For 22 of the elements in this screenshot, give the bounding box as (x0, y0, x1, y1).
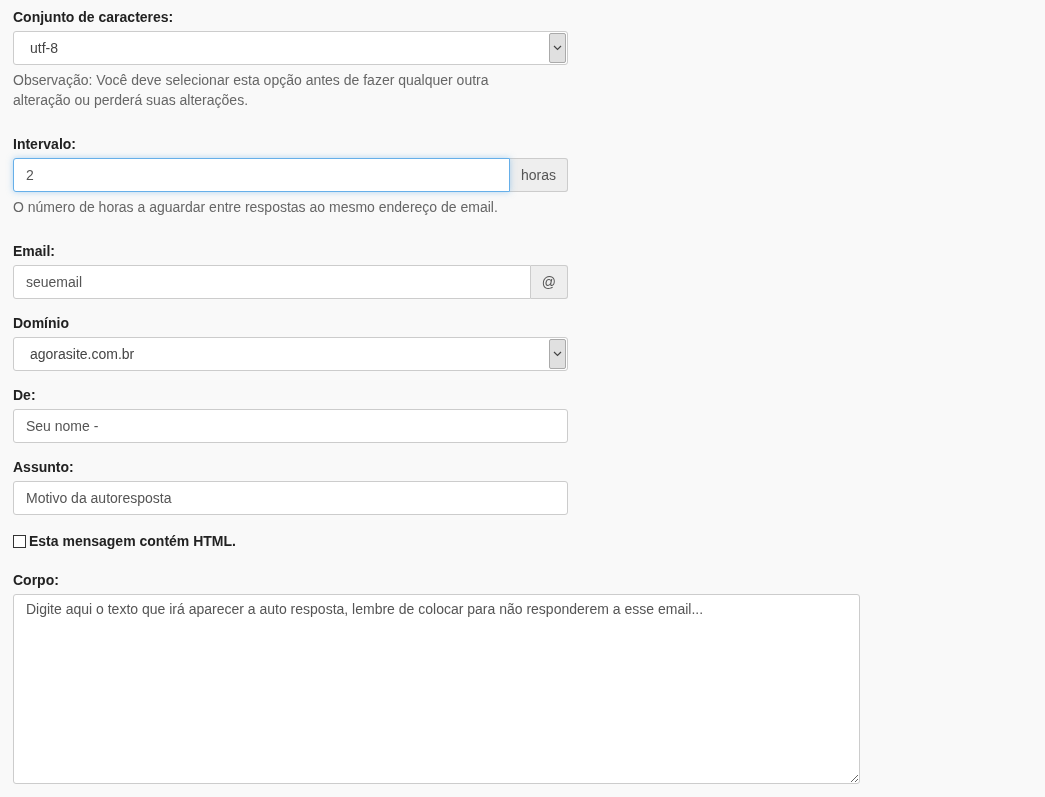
field-label: De: (13, 386, 37, 405)
field-label: Conjunto de caracteres: (13, 8, 175, 27)
field-label: Intervalo: (13, 135, 77, 154)
checkbox-label: Esta mensagem contém HTML. (29, 533, 236, 549)
help-text: Observação: Você deve selecionar esta opção antes de fazer qualquer outra alteração ou perderá suas alterações. (13, 71, 490, 110)
field-label: Assunto: (13, 458, 75, 477)
dropdown[interactable]: agorasite.com.br (13, 337, 568, 371)
input-field[interactable]: 2 (13, 158, 510, 192)
input-addon: @ (530, 265, 568, 299)
input-field[interactable]: seuemail (13, 265, 531, 299)
field-label: Email: (13, 242, 56, 261)
field-label: Domínio (13, 314, 70, 333)
input-field[interactable]: Seu nome - (13, 409, 568, 443)
field-label: Corpo: (13, 571, 60, 590)
dropdown[interactable]: utf-8 (13, 31, 568, 65)
chevron-down-icon (549, 339, 566, 369)
chevron-down-icon (549, 33, 566, 63)
text-area[interactable]: Digite aqui o texto que irá aparecer a auto resposta, lembre de colocar para não responderem a esse email... (13, 594, 860, 784)
help-text: O número de horas a aguardar entre respostas ao mesmo endereço de email. (13, 198, 499, 217)
input-addon: horas (509, 158, 568, 192)
checkbox[interactable] (13, 534, 26, 548)
input-field[interactable]: Motivo da autoresposta (13, 481, 568, 515)
